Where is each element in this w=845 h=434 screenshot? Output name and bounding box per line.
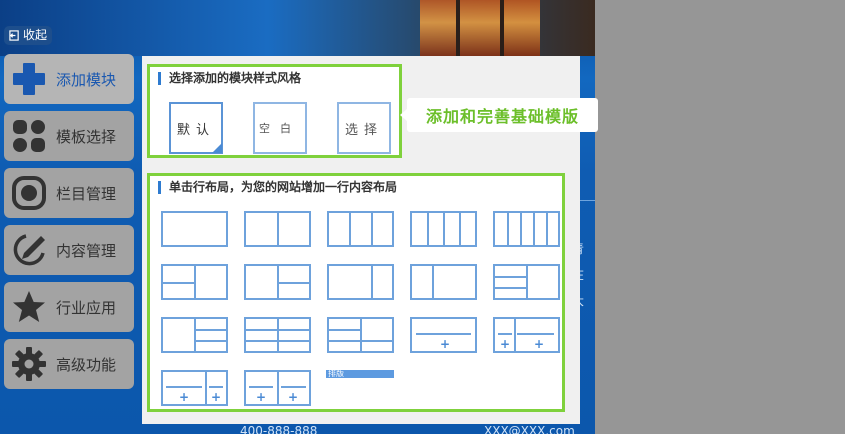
- gear-icon: [11, 346, 47, 382]
- layout-grid-mixed[interactable]: [327, 317, 394, 353]
- sidebar-item-label: 高级功能: [56, 355, 117, 374]
- layout-tab-2-narrow-wide[interactable]: + +: [493, 317, 560, 353]
- style-option-default[interactable]: 默认: [169, 102, 223, 154]
- sidebar-item-label: 模板选择: [56, 127, 117, 146]
- style-option-blank[interactable]: 空白: [253, 102, 307, 154]
- layout-1-col[interactable]: [161, 211, 228, 247]
- style-option-label: 空白: [259, 122, 301, 135]
- style-option-label: 默认: [176, 122, 215, 138]
- pencil-icon: [11, 232, 47, 268]
- sidebar-item-label: 行业应用: [56, 298, 117, 317]
- sidebar-item-advanced[interactable]: 高级功能: [4, 339, 134, 389]
- layout-tab-2-equal[interactable]: + +: [244, 370, 311, 406]
- sidebar-item-label: 栏目管理: [56, 184, 117, 203]
- layout-2-col[interactable]: [244, 211, 311, 247]
- collapse-icon: [9, 30, 19, 41]
- layout-tab-1[interactable]: +: [410, 317, 477, 353]
- section-title: 单击行布局，为您的网站增加一行内容布局: [158, 181, 397, 194]
- layout-5-col[interactable]: [493, 211, 560, 247]
- sidebar-item-industry-apps[interactable]: 行业应用: [4, 282, 134, 332]
- style-option-select[interactable]: 选择: [337, 102, 391, 154]
- collapse-button[interactable]: 收起: [4, 26, 53, 45]
- section-title: 选择添加的模块样式风格: [158, 72, 301, 85]
- layout-wide-narrow[interactable]: [327, 264, 394, 300]
- layout-grid-2x3[interactable]: [244, 317, 311, 353]
- collapse-label: 收起: [23, 28, 48, 42]
- sidebar-item-add-module[interactable]: 添加模块: [4, 54, 134, 104]
- layout-right-split-left[interactable]: [244, 264, 311, 300]
- tooltip-text: 添加和完善基础模版: [425, 107, 579, 126]
- sort-layout-bar[interactable]: 排版: [326, 370, 394, 378]
- sidebar-item-content-manage[interactable]: 内容管理: [4, 225, 134, 275]
- module-style-section: 选择添加的模块样式风格 默认 空白 选择: [147, 64, 402, 158]
- star-icon: [11, 289, 47, 325]
- preview-banner-image: [420, 0, 540, 56]
- layout-4-col[interactable]: [410, 211, 477, 247]
- sort-layout-label: 排版: [328, 369, 344, 378]
- sidebar-item-column-manage[interactable]: 栏目管理: [4, 168, 134, 218]
- plus-icon: [11, 61, 47, 97]
- layout-3-col[interactable]: [327, 211, 394, 247]
- layout-left-split-right[interactable]: [161, 264, 228, 300]
- style-option-label: 选择: [344, 122, 383, 138]
- preview-phone: 400-888-888: [240, 424, 318, 434]
- layout-stack-left-3[interactable]: [493, 264, 560, 300]
- hint-tooltip: 添加和完善基础模版: [400, 98, 598, 132]
- sidebar-item-label: 添加模块: [56, 70, 117, 89]
- layout-narrow-wide[interactable]: [410, 264, 477, 300]
- sidebar-item-label: 内容管理: [56, 241, 117, 260]
- preview-email: XXX@XXX.com: [484, 424, 575, 434]
- layout-stack-right-3[interactable]: [161, 317, 228, 353]
- sidebar-item-template-select[interactable]: 模板选择: [4, 111, 134, 161]
- layout-tab-2-wide-narrow[interactable]: + +: [161, 370, 228, 406]
- grid-icon: [11, 118, 47, 154]
- record-icon: [11, 175, 47, 211]
